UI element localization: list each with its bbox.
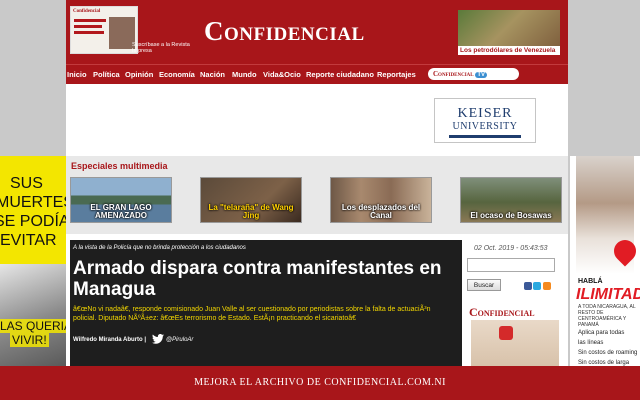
keiser-underline xyxy=(449,135,521,138)
confidencial-promo[interactable]: Confidencial xyxy=(467,302,562,366)
footer-text[interactable]: MEJORA EL ARCHIVO DE CONFIDENCIAL.COM.NI xyxy=(0,377,640,388)
tv-logo-text: Confidencial xyxy=(433,70,474,78)
current-date: 02 Oct. 2019 - 05:43:53 xyxy=(474,245,548,252)
promo-cup-graphic xyxy=(499,326,513,340)
rss-icon[interactable] xyxy=(543,282,551,290)
keiser-line1: KEISER xyxy=(457,106,513,121)
ad-photo xyxy=(0,264,66,366)
article-headline[interactable]: Armado dispara contra manifestantes en M… xyxy=(73,258,459,300)
nav-item-politica[interactable]: Política xyxy=(93,70,120,79)
promo-title: Confidencial xyxy=(469,305,535,319)
site-logo[interactable]: Confidencial xyxy=(204,16,365,47)
ad-bottom-line: VIVIR! xyxy=(10,333,49,347)
ad-line: SE PODÍAN xyxy=(0,213,66,230)
nav-item-inicio[interactable]: Inicio xyxy=(67,70,87,79)
confidencial-tv-link[interactable]: Confidencial TV xyxy=(428,68,519,80)
ad-line-small: A TODA NICARAGUA, AL RESTO DE CENTROAMÉR… xyxy=(578,304,636,328)
ad-line: EVITAR xyxy=(0,232,57,249)
keiser-university-ad[interactable]: KEISER UNIVERSITY xyxy=(434,98,536,143)
search-input[interactable] xyxy=(467,258,555,272)
nav-item-reporte[interactable]: Reporte ciudadano xyxy=(306,70,374,79)
multimedia-caption: La "telaraña" de Wang Jing xyxy=(208,203,294,220)
multimedia-item-telarana[interactable]: La "telaraña" de Wang Jing xyxy=(200,177,302,223)
nav-item-vida-ocio[interactable]: Vida&Ocio xyxy=(263,70,301,79)
promo-photo xyxy=(471,320,559,366)
multimedia-item-desplazados[interactable]: Los desplazados del Canal xyxy=(330,177,432,223)
facebook-icon[interactable] xyxy=(524,282,532,290)
ad-bottom-line: LAS QUERIAN xyxy=(0,319,66,333)
cover-headline-bar xyxy=(74,19,106,22)
magazine-cover-thumbnail[interactable]: Confidencial xyxy=(70,6,138,54)
byline-separator: | xyxy=(144,337,147,343)
subscribe-link[interactable]: Suscríbase a la Revista Impresa xyxy=(132,42,192,54)
twitter-handle[interactable]: @PiruloAr xyxy=(166,337,193,343)
search-button[interactable]: Buscar xyxy=(467,279,501,291)
ad-feature: Aplica para todas xyxy=(578,330,625,336)
left-side-ad[interactable]: SUS MUERTES SE PODÍAN EVITAR LAS QUERIAN… xyxy=(0,156,66,366)
ad-feature: Sin costos de roaming xyxy=(578,350,638,356)
ad-line: MUERTES xyxy=(0,194,66,211)
article-kicker: A la vista de la Policía que no brinda p… xyxy=(73,245,246,251)
nav-item-opinion[interactable]: Opinión xyxy=(125,70,153,79)
article-byline: Wilfredo Miranda Aburto | xyxy=(73,337,146,343)
cover-headline-bar xyxy=(74,25,102,28)
multimedia-caption: Los desplazados del Canal xyxy=(341,203,421,220)
ad-feature: las líneas xyxy=(578,340,604,346)
article-summary: â€œNo vi nadaâ€, responde comisionado Ju… xyxy=(73,306,431,322)
nav-item-reportajes[interactable]: Reportajes xyxy=(377,70,416,79)
ad-line: SUS xyxy=(10,175,43,192)
nav-item-nacion[interactable]: Nación xyxy=(200,70,225,79)
multimedia-caption: EL GRAN LAGO AMENAZADO xyxy=(90,203,152,220)
keiser-line2: UNIVERSITY xyxy=(452,121,518,132)
ad-line-highlight: ILIMITADO xyxy=(576,286,640,303)
cover-headline-bar xyxy=(74,31,104,34)
author-name[interactable]: Wilfredo Miranda Aburto xyxy=(73,337,143,343)
multimedia-item-bosawas[interactable]: El ocaso de Bosawas xyxy=(460,177,562,223)
nav-item-economia[interactable]: Economía xyxy=(159,70,195,79)
venezuela-banner[interactable]: Los petrodólares de Venezuela xyxy=(458,10,560,55)
banner-caption: Los petrodólares de Venezuela xyxy=(458,46,560,55)
twitter-icon[interactable] xyxy=(533,282,541,290)
right-side-ad[interactable]: HABLÁ ILIMITADO A TODA NICARAGUA, AL RES… xyxy=(570,156,640,366)
ad-feature: Sin costos de larga xyxy=(578,360,630,366)
multimedia-title: Especiales multimedia xyxy=(71,161,168,171)
tv-badge: TV xyxy=(475,72,488,78)
ad-line: HABLÁ xyxy=(578,278,603,285)
multimedia-caption: El ocaso de Bosawas xyxy=(470,211,552,220)
ad-feature-list: Aplica para todas las líneas Sin costos … xyxy=(578,328,637,366)
magazine-masthead: Confidencial xyxy=(73,9,101,14)
nav-item-mundo[interactable]: Mundo xyxy=(232,70,257,79)
multimedia-item-gran-lago[interactable]: EL GRAN LAGO AMENAZADO xyxy=(70,177,172,223)
twitter-icon[interactable] xyxy=(152,334,164,344)
logo-text: Confidencial xyxy=(204,16,365,46)
